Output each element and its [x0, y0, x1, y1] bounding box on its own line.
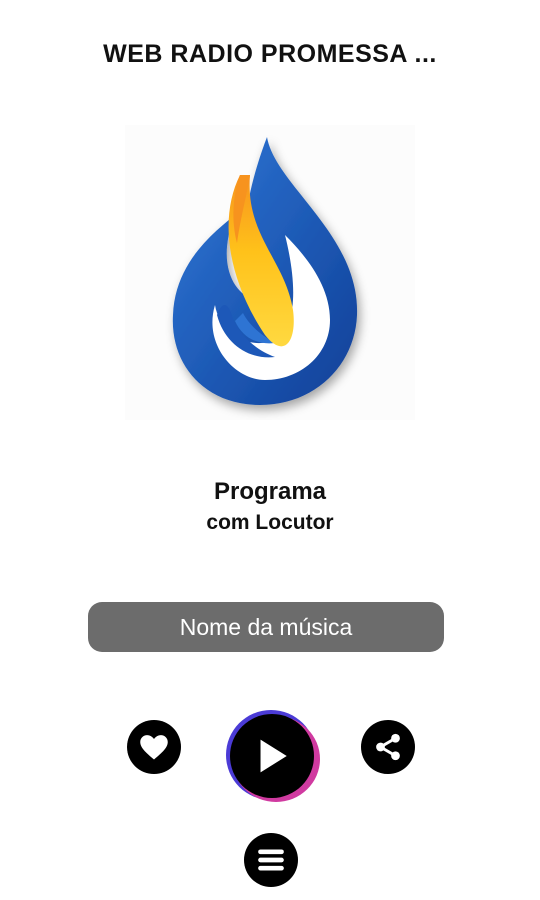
menu-icon	[258, 849, 284, 871]
share-icon	[376, 733, 400, 761]
share-button[interactable]	[361, 720, 415, 774]
program-name: Programa	[213, 478, 327, 505]
menu-button[interactable]	[244, 833, 298, 887]
play-control[interactable]	[224, 708, 322, 804]
song-title-pill: Nome da música	[88, 602, 444, 652]
flame-drop-logo-icon	[125, 125, 415, 420]
station-logo	[125, 125, 415, 420]
heart-icon	[140, 735, 168, 760]
song-title: Nome da música	[179, 613, 353, 640]
presenter-name: com Locutor	[206, 511, 334, 534]
play-icon	[260, 739, 287, 773]
app-title: WEB RADIO PROMESSA ...	[103, 40, 437, 68]
like-button[interactable]	[127, 720, 181, 774]
play-button[interactable]	[230, 714, 314, 798]
